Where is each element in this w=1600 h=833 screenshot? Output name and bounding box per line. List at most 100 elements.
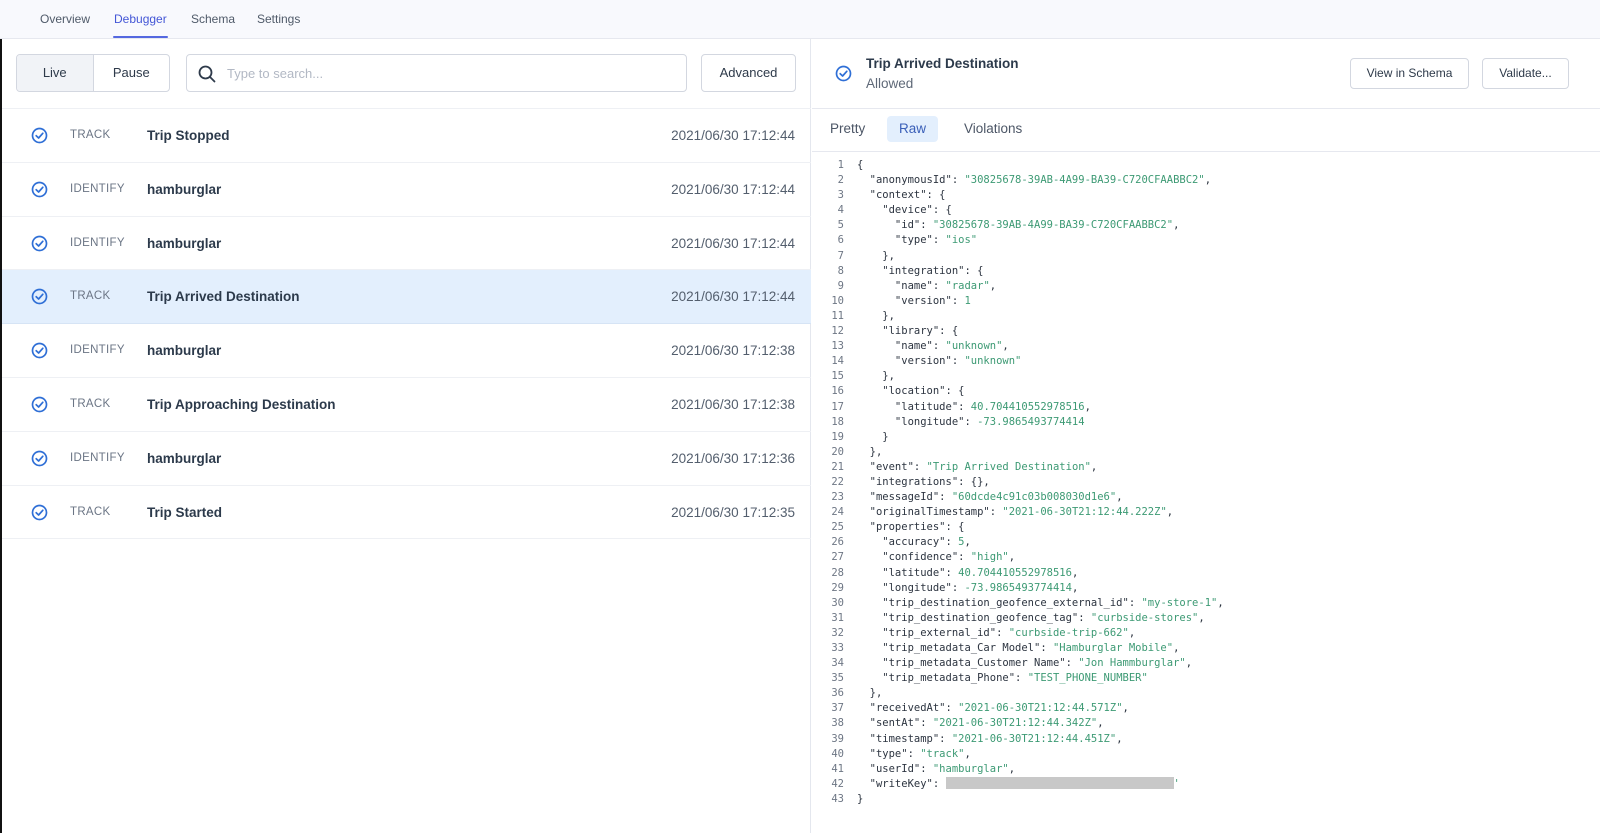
line-number: 18 [831, 415, 844, 428]
event-row[interactable]: TRACK Trip Started 2021/06/30 17:12:35 [2, 486, 811, 540]
detail-header: Trip Arrived Destination Allowed View in… [812, 39, 1600, 109]
tab-overview[interactable]: Overview [40, 0, 90, 39]
event-row[interactable]: IDENTIFY hamburglar 2021/06/30 17:12:44 [2, 217, 811, 271]
event-type: IDENTIFY [70, 344, 125, 357]
line-text: "location": { [857, 385, 965, 398]
line-text: "properties": { [857, 521, 965, 534]
line-text: "context": { [857, 189, 946, 202]
line-text: "longitude": -73.9865493774414 [857, 415, 1085, 428]
check-circle-icon [835, 65, 852, 87]
code-line: 24 "originalTimestamp": "2021-06-30T21:1… [812, 505, 1600, 520]
event-type: TRACK [70, 397, 111, 410]
line-text: "event": "Trip Arrived Destination", [857, 460, 1098, 473]
code-line: 10 "version": 1 [812, 294, 1600, 309]
line-text: "latitude": 40.704410552978516, [857, 400, 1091, 413]
line-number: 1 [837, 159, 844, 171]
line-number: 38 [831, 717, 844, 730]
line-number: 35 [831, 672, 844, 685]
line-number: 25 [831, 521, 844, 534]
line-number: 11 [831, 309, 844, 322]
event-timestamp: 2021/06/30 17:12:36 [671, 450, 795, 466]
line-number: 21 [831, 460, 844, 473]
tab-violations[interactable]: Violations [952, 116, 1034, 142]
code-line: 14 "version": "unknown" [812, 354, 1600, 369]
line-number: 27 [831, 551, 844, 564]
line-text: "type": "track", [857, 747, 971, 760]
line-number: 40 [831, 747, 844, 760]
tab-schema[interactable]: Schema [191, 0, 235, 39]
line-number: 29 [831, 581, 844, 594]
line-text: "name": "radar", [857, 279, 997, 292]
line-number: 39 [831, 732, 844, 745]
check-circle-icon [31, 127, 48, 149]
code-line: 2 "anonymousId": "30825678-39AB-4A99-BA3… [812, 173, 1600, 188]
code-line: 18 "longitude": -73.9865493774414 [812, 415, 1600, 430]
check-circle-icon [31, 288, 48, 310]
line-number: 7 [837, 249, 844, 262]
event-name: hamburglar [147, 343, 222, 359]
live-button[interactable]: Live [17, 55, 94, 91]
event-name: Trip Started [147, 504, 223, 520]
pause-button[interactable]: Pause [94, 55, 170, 91]
event-type: TRACK [70, 505, 111, 518]
code-line: 43} [812, 792, 1600, 807]
line-number: 36 [831, 687, 844, 700]
event-timestamp: 2021/06/30 17:12:44 [671, 235, 795, 251]
line-text: "trip_metadata_Customer Name": "Jon Hamm… [857, 657, 1193, 670]
redacted-value [945, 776, 1174, 789]
tab-raw[interactable]: Raw [887, 116, 939, 142]
event-type: IDENTIFY [70, 236, 125, 249]
code-line: 8 "integration": { [812, 264, 1600, 279]
view-in-schema-button[interactable]: View in Schema [1350, 58, 1469, 89]
code-line: 16 "location": { [812, 384, 1600, 399]
tab-debugger[interactable]: Debugger [113, 0, 168, 39]
event-row[interactable]: IDENTIFY hamburglar 2021/06/30 17:12:36 [2, 432, 811, 486]
event-row[interactable]: TRACK Trip Approaching Destination 2021/06… [2, 378, 811, 432]
line-text: "id": "30825678-39AB-4A99-BA39-C720CFAAB… [857, 219, 1180, 232]
code-line: 29 "longitude": -73.9865493774414, [812, 581, 1600, 596]
line-text: "trip_metadata_Phone": "TEST_PHONE_NUMBE… [857, 672, 1148, 685]
event-timestamp: 2021/06/30 17:12:38 [671, 343, 795, 359]
event-name: Trip Arrived Destination [147, 289, 300, 305]
line-text: }, [857, 687, 883, 700]
event-row[interactable]: TRACK Trip Stopped 2021/06/30 17:12:44 [2, 109, 811, 163]
validate-button[interactable]: Validate... [1482, 58, 1569, 89]
line-text: "trip_metadata_Car Model": "Hamburglar M… [857, 642, 1180, 654]
code-line: 31 "trip_destination_geofence_tag": "cur… [812, 611, 1600, 626]
live-pause-toggle: Live Pause [16, 54, 170, 92]
line-text: "receivedAt": "2021-06-30T21:12:44.571Z"… [857, 702, 1129, 715]
line-number: 6 [837, 234, 844, 247]
event-timestamp: 2021/06/30 17:12:44 [671, 128, 795, 143]
code-line: 22 "integrations": {}, [812, 475, 1600, 490]
line-number: 13 [831, 340, 844, 353]
detail-status: Allowed [866, 76, 914, 91]
event-row[interactable]: IDENTIFY hamburglar 2021/06/30 17:12:44 [2, 163, 811, 217]
line-number: 23 [831, 491, 844, 504]
tab-settings[interactable]: Settings [257, 0, 300, 39]
line-number: 8 [837, 264, 844, 277]
line-text: "anonymousId": "30825678-39AB-4A99-BA39-… [857, 174, 1212, 187]
event-name: hamburglar [147, 235, 222, 251]
check-circle-icon [31, 235, 48, 257]
event-type: IDENTIFY [70, 182, 125, 195]
code-line: 7 }, [812, 249, 1600, 264]
code-line: 30 "trip_destination_geofence_external_i… [812, 596, 1600, 611]
code-line: 19 } [812, 430, 1600, 445]
line-number: 9 [837, 279, 844, 292]
event-row[interactable]: IDENTIFY hamburglar 2021/06/30 17:12:38 [2, 324, 811, 378]
line-number: 26 [831, 536, 844, 549]
event-row[interactable]: TRACK Trip Arrived Destination 2021/06/30 … [2, 270, 811, 325]
line-number: 4 [837, 204, 844, 217]
tab-pretty[interactable]: Pretty [818, 116, 877, 142]
advanced-button[interactable]: Advanced [701, 54, 796, 92]
line-text: "accuracy": 5, [857, 536, 971, 549]
line-text: "type": "ios" [857, 234, 978, 247]
code-line: 15 }, [812, 369, 1600, 384]
line-number: 43 [831, 792, 844, 805]
line-number: 42 [831, 777, 844, 790]
search-input[interactable] [227, 55, 677, 91]
code-line: 32 "trip_external_id": "curbside-trip-66… [812, 626, 1600, 641]
line-text: }, [857, 445, 883, 458]
line-text: "writeKey": ' [857, 776, 1180, 790]
raw-json-viewer[interactable]: 1{2 "anonymousId": "30825678-39AB-4A99-B… [812, 158, 1600, 807]
